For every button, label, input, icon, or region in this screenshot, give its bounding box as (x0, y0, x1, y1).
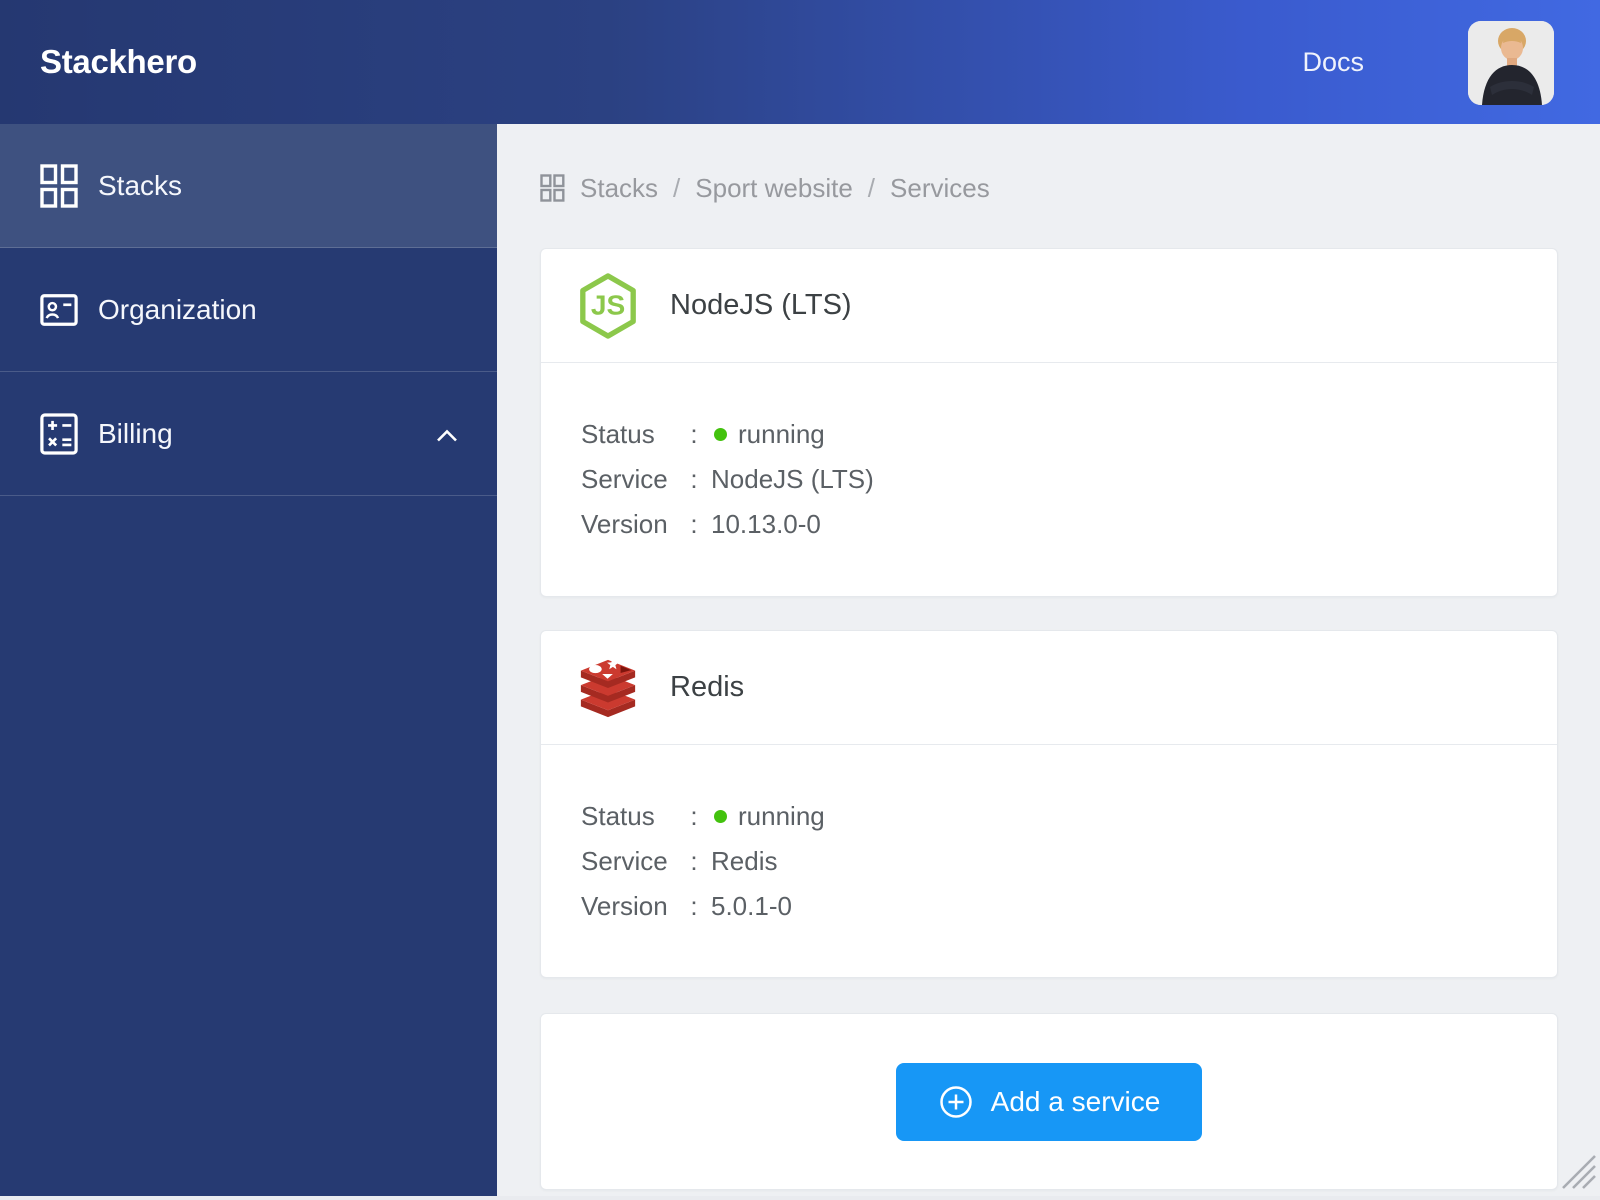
row-colon: : (681, 419, 707, 449)
row-value: 5.0.1-0 (711, 891, 792, 921)
service-title: Redis (670, 671, 744, 704)
row-colon: : (681, 891, 707, 921)
breadcrumb-item-sport-website[interactable]: Sport website (695, 173, 853, 204)
grid-icon (540, 174, 565, 202)
row-value: Redis (711, 846, 777, 876)
service-title: NodeJS (LTS) (670, 289, 852, 322)
sidebar-item-billing[interactable]: Billing (0, 372, 497, 496)
status-row: Status : running (581, 801, 1517, 831)
service-card-body: Status : running Service : NodeJS (LTS) … (541, 363, 1557, 597)
user-avatar[interactable] (1468, 21, 1554, 105)
row-label: Version (581, 509, 681, 539)
main-content: Stacks / Sport website / Services JS Nod… (497, 124, 1600, 1200)
add-service-button[interactable]: Add a service (896, 1063, 1202, 1141)
app-root: Stackhero Docs (0, 0, 1600, 1200)
sidebar-item-stacks[interactable]: Stacks (0, 124, 497, 248)
service-card-header: JS NodeJS (LTS) (541, 249, 1557, 363)
row-label: Service (581, 464, 681, 494)
svg-text:JS: JS (591, 289, 625, 320)
plus-circle-icon (938, 1084, 974, 1120)
status-dot (714, 810, 727, 823)
top-header: Stackhero Docs (0, 0, 1600, 124)
row-label: Status (581, 801, 681, 831)
add-service-card: Add a service (540, 1013, 1558, 1190)
grid-icon (40, 164, 78, 208)
row-label: Version (581, 891, 681, 921)
resize-handle[interactable] (1549, 1152, 1597, 1195)
service-card-header: Redis (541, 631, 1557, 745)
breadcrumb-separator: / (868, 173, 875, 204)
version-row: Version : 5.0.1-0 (581, 891, 1517, 921)
add-service-label: Add a service (991, 1086, 1161, 1118)
service-card-redis: Redis Status : running Service : Redis V… (540, 630, 1558, 978)
window-bottom-edge (0, 1196, 1600, 1200)
id-card-icon (40, 293, 78, 327)
row-value: running (738, 419, 825, 449)
row-colon: : (681, 464, 707, 494)
sidebar-item-organization[interactable]: Organization (0, 248, 497, 372)
sidebar-item-label: Organization (98, 294, 257, 326)
version-row: Version : 10.13.0-0 (581, 509, 1517, 539)
service-card-body: Status : running Service : Redis Version… (541, 745, 1557, 979)
user-avatar-image (1468, 21, 1554, 105)
status-dot (714, 428, 727, 441)
docs-link[interactable]: Docs (1302, 0, 1364, 124)
sidebar: Stacks Organization (0, 124, 497, 1200)
row-value: NodeJS (LTS) (711, 464, 874, 494)
breadcrumb: Stacks / Sport website / Services (540, 174, 1558, 202)
app-logo: Stackhero (40, 0, 197, 124)
breadcrumb-separator: / (673, 173, 680, 204)
sidebar-item-label: Stacks (98, 170, 182, 202)
status-row: Status : running (581, 419, 1517, 449)
row-label: Status (581, 419, 681, 449)
row-colon: : (681, 846, 707, 876)
breadcrumb-item-stacks[interactable]: Stacks (580, 173, 658, 204)
service-row: Service : Redis (581, 846, 1517, 876)
redis-icon (577, 657, 639, 719)
nodejs-icon: JS (577, 272, 639, 340)
row-label: Service (581, 846, 681, 876)
row-value: running (738, 801, 825, 831)
row-value: 10.13.0-0 (711, 509, 821, 539)
chevron-up-icon (435, 418, 459, 450)
sidebar-item-label: Billing (98, 418, 173, 450)
calculator-icon (40, 412, 78, 456)
service-card-nodejs: JS NodeJS (LTS) Status : running Service… (540, 248, 1558, 597)
breadcrumb-item-services[interactable]: Services (890, 173, 990, 204)
row-colon: : (681, 509, 707, 539)
row-colon: : (681, 801, 707, 831)
service-row: Service : NodeJS (LTS) (581, 464, 1517, 494)
